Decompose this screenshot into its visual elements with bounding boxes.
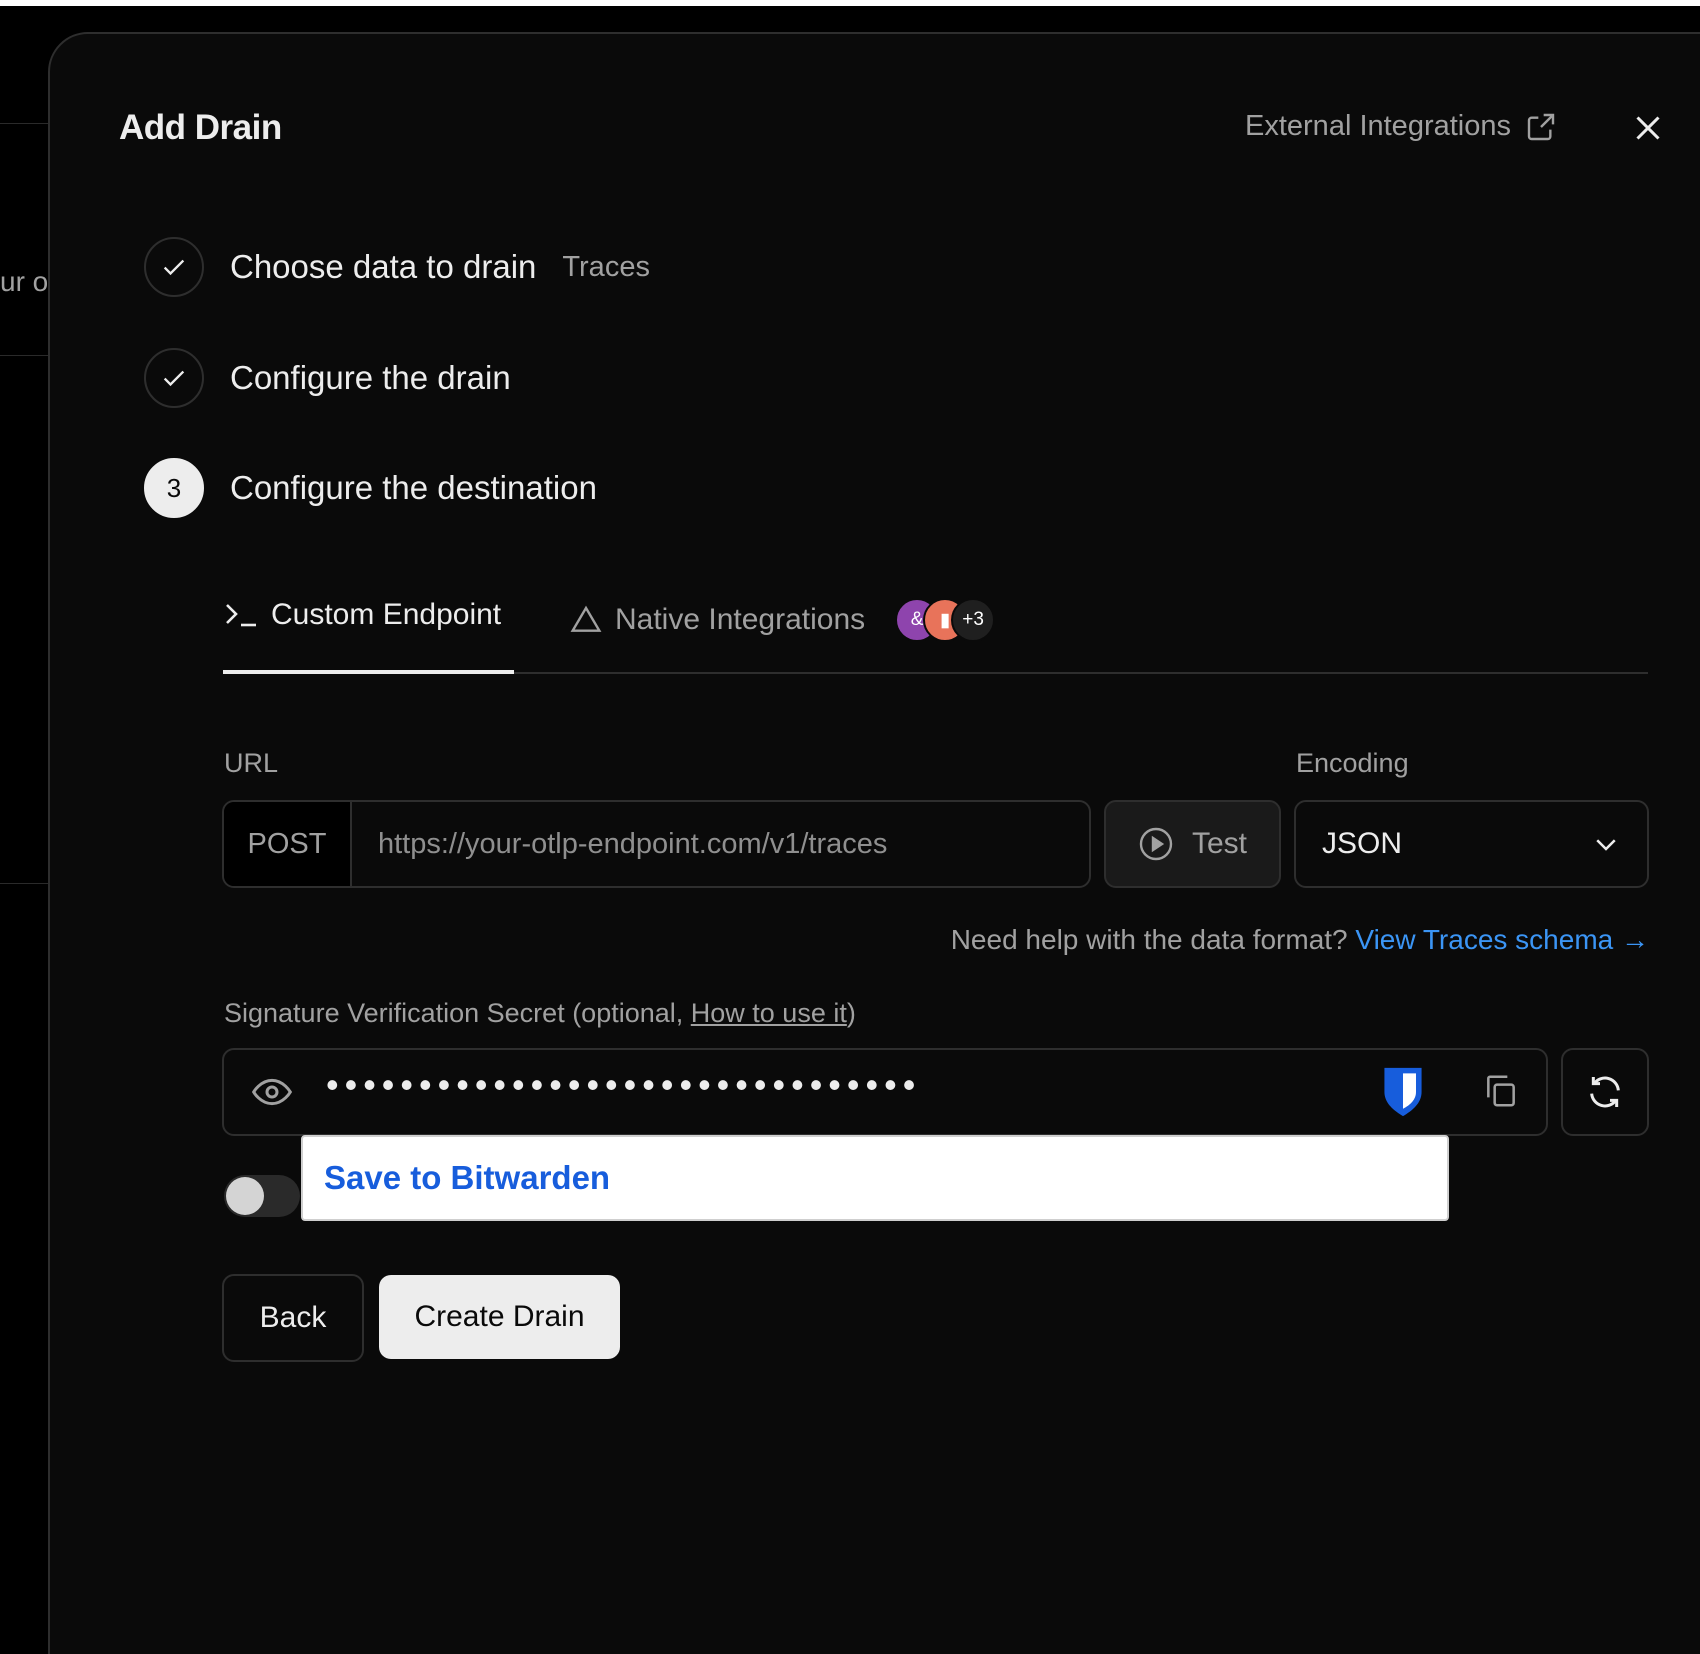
step-3-number: 3 <box>144 458 204 518</box>
play-icon <box>1139 827 1173 861</box>
integration-avatars: & ▮ +3 <box>895 598 996 642</box>
data-format-help: Need help with the data format? View Tra… <box>951 924 1649 956</box>
step-1-check <box>144 237 204 297</box>
save-to-bitwarden-label: Save to Bitwarden <box>324 1159 611 1196</box>
step-1-value: Traces <box>562 250 650 283</box>
test-button[interactable]: Test <box>1104 800 1281 888</box>
signature-secret-label-text: Signature Verification Secret (optional, <box>224 998 691 1028</box>
save-to-bitwarden-popup[interactable]: Save to Bitwarden <box>301 1135 1449 1221</box>
background-card-lower <box>0 356 50 884</box>
step-2-check <box>144 348 204 408</box>
secret-masked-value: •••••••••••••••••••••••••••••••• <box>326 1064 922 1105</box>
tab-native-integrations-label: Native Integrations <box>615 603 866 636</box>
tab-custom-endpoint-label: Custom Endpoint <box>271 598 502 631</box>
background-card <box>0 123 50 356</box>
test-button-label: Test <box>1191 827 1248 860</box>
encoding-value: JSON <box>1322 827 1403 860</box>
create-drain-button[interactable]: Create Drain <box>379 1275 620 1359</box>
signature-secret-label-suffix: ) <box>846 998 856 1028</box>
external-link-icon <box>1527 113 1555 140</box>
step-configure-drain: Configure the drain <box>144 348 511 408</box>
copy-icon[interactable] <box>1482 1072 1520 1110</box>
url-input[interactable] <box>352 802 1089 886</box>
signature-secret-label: Signature Verification Secret (optional,… <box>224 998 856 1029</box>
external-integrations-label: External Integrations <box>1245 110 1511 142</box>
destination-tabs: Custom Endpoint Native Integrations & ▮ … <box>223 570 1648 674</box>
http-method-badge: POST <box>224 802 352 886</box>
check-icon <box>163 370 185 387</box>
close-icon[interactable] <box>1630 110 1666 146</box>
step-3-label: Configure the destination <box>230 469 597 506</box>
step-configure-destination: 3 Configure the destination <box>144 458 597 518</box>
external-integrations-link[interactable]: External Integrations <box>1245 110 1557 143</box>
url-field-group: POST <box>222 800 1091 888</box>
step-choose-data: Choose data to drain Traces <box>144 237 650 297</box>
url-label: URL <box>224 748 279 778</box>
step-1-label: Choose data to drain <box>230 248 537 285</box>
secret-toggle[interactable] <box>224 1175 300 1217</box>
encoding-select[interactable]: JSON <box>1294 800 1649 888</box>
dialog-title: Add Drain <box>119 108 282 147</box>
toggle-knob <box>226 1177 264 1215</box>
view-schema-link[interactable]: View Traces schema → <box>1355 924 1649 955</box>
check-icon <box>163 259 185 276</box>
secret-field[interactable]: •••••••••••••••••••••••••••••••• <box>222 1048 1548 1136</box>
tab-custom-endpoint[interactable]: Custom Endpoint <box>223 594 514 674</box>
refresh-icon <box>1590 1076 1620 1108</box>
help-text: Need help with the data format? <box>950 924 1348 955</box>
regenerate-secret-button[interactable] <box>1561 1048 1649 1136</box>
tab-native-integrations[interactable]: Native Integrations & ▮ +3 <box>569 594 996 674</box>
encoding-label: Encoding <box>1296 748 1409 778</box>
how-to-use-link[interactable]: How to use it <box>691 998 847 1028</box>
eye-icon[interactable] <box>252 1072 292 1112</box>
chevron-down-icon <box>1596 839 1616 851</box>
back-button[interactable]: Back <box>222 1274 364 1362</box>
background-partial-text: ur o <box>0 266 49 297</box>
integration-count-badge: +3 <box>951 598 996 642</box>
triangle-icon <box>570 605 602 632</box>
step-2-label: Configure the drain <box>230 359 511 396</box>
terminal-icon <box>226 604 256 627</box>
bitwarden-shield-icon[interactable] <box>1380 1066 1426 1118</box>
